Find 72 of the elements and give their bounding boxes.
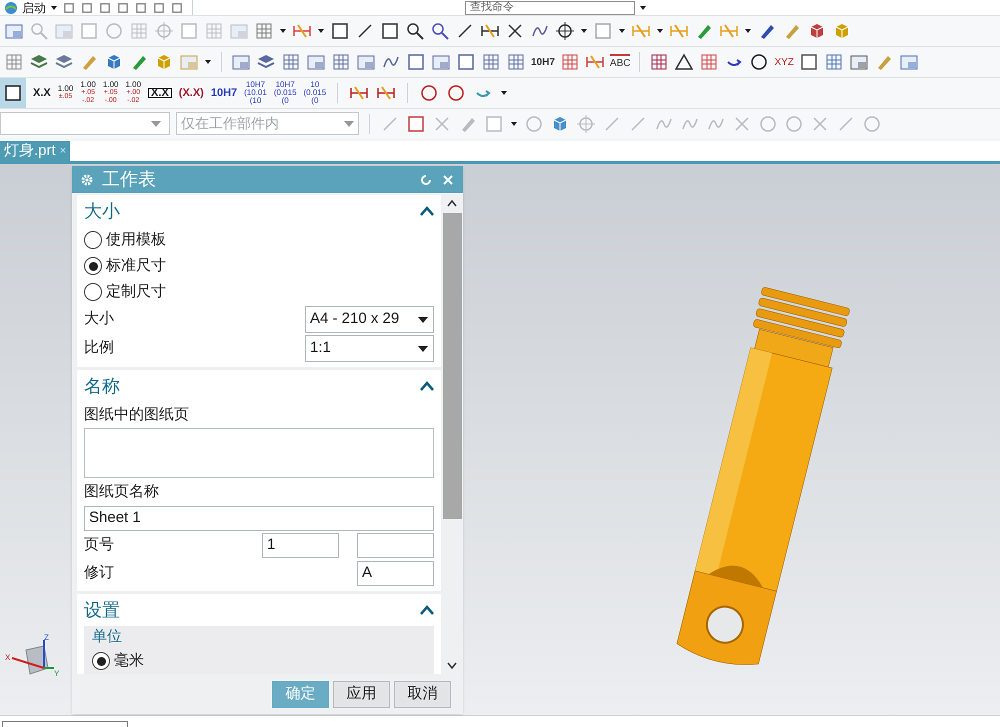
square-icon[interactable] bbox=[798, 52, 819, 72]
collapse-icon[interactable] bbox=[420, 605, 434, 615]
dimension-style-button[interactable]: 10H7 (10.01 (10 bbox=[244, 81, 267, 105]
group-title: 单位 bbox=[92, 626, 123, 647]
grid-icon[interactable] bbox=[824, 52, 844, 72]
radio-label[interactable]: 使用模板 bbox=[106, 228, 166, 252]
dropdown-arrow-icon bbox=[417, 316, 429, 324]
close-icon[interactable] bbox=[441, 172, 455, 186]
dropdown[interactable]: A4 - 210 x 29 bbox=[305, 306, 434, 333]
field-label: 大小 bbox=[84, 309, 114, 330]
section-title: 设置 bbox=[84, 598, 120, 622]
grid-icon[interactable] bbox=[560, 52, 580, 72]
dropdown-arrow-icon bbox=[417, 344, 429, 352]
dialog-button[interactable]: 应用 bbox=[333, 680, 390, 708]
radio-label[interactable]: 毫米 bbox=[114, 650, 144, 672]
field-label: 图纸页名称 bbox=[84, 482, 160, 502]
triangle-icon[interactable] bbox=[674, 52, 694, 72]
reset-icon[interactable] bbox=[419, 172, 433, 186]
collapse-icon[interactable] bbox=[420, 206, 434, 216]
magnifier-icon[interactable] bbox=[405, 21, 425, 41]
scrollbar[interactable] bbox=[441, 193, 463, 674]
grid-icon[interactable] bbox=[506, 52, 526, 72]
revision-field[interactable]: A bbox=[357, 560, 434, 586]
dimension-style-button[interactable]: 10 (0.015 (0 bbox=[304, 81, 326, 105]
dimension-style-button[interactable]: (X.X) bbox=[178, 89, 204, 97]
sheet-name-field[interactable]: Sheet 1 bbox=[84, 506, 434, 531]
crosshair-icon[interactable] bbox=[555, 21, 575, 41]
dimension-style-button[interactable]: X.X bbox=[33, 89, 51, 97]
grid-icon[interactable] bbox=[649, 52, 670, 72]
field-label: 图纸中的图纸页 bbox=[84, 404, 190, 425]
radio-button[interactable] bbox=[84, 257, 102, 275]
gear-icon bbox=[80, 172, 94, 186]
dimension-style-button[interactable]: 10H7 bbox=[210, 89, 238, 97]
section-title: 大小 bbox=[84, 200, 120, 222]
dropdown[interactable]: 1:1 bbox=[305, 335, 434, 362]
square-icon[interactable] bbox=[380, 21, 400, 41]
page-number-field[interactable]: 1 bbox=[262, 532, 339, 558]
dialog-button[interactable]: 取消 bbox=[394, 680, 451, 708]
page-suffix-field[interactable] bbox=[357, 532, 434, 558]
globe-icon[interactable] bbox=[4, 0, 18, 14]
scroll-up-icon[interactable] bbox=[447, 199, 457, 207]
scroll-down-icon[interactable] bbox=[447, 662, 457, 670]
dialog-title: 工作表 bbox=[102, 168, 157, 191]
field-label: 页号 bbox=[84, 534, 115, 555]
grid-icon[interactable] bbox=[254, 21, 274, 41]
fit-tolerance-icon[interactable]: 10H7 bbox=[531, 54, 555, 70]
start-menu[interactable]: 启动 bbox=[22, 2, 46, 14]
axis-triad-drawing: Z X Y bbox=[4, 632, 60, 682]
grid-icon[interactable] bbox=[699, 52, 720, 72]
circle-icon[interactable] bbox=[749, 52, 770, 72]
grid-icon[interactable] bbox=[481, 52, 501, 72]
point-label-icon[interactable]: XYZ bbox=[774, 54, 794, 70]
dimension-style-button[interactable]: 10H7 (0.015 (0 bbox=[274, 81, 297, 105]
field-label: 修订 bbox=[84, 562, 115, 583]
search-field[interactable]: 查找命令 bbox=[465, 0, 635, 14]
field-label: 比例 bbox=[84, 338, 114, 358]
square-icon[interactable] bbox=[3, 83, 23, 103]
grid-icon[interactable] bbox=[281, 52, 301, 72]
radio-label[interactable]: 定制尺寸 bbox=[106, 280, 166, 304]
radio-button[interactable] bbox=[84, 283, 102, 301]
dropdown-arrow-icon bbox=[151, 120, 161, 126]
radio-button[interactable] bbox=[92, 652, 110, 670]
radio-button[interactable] bbox=[84, 231, 102, 249]
grid-icon[interactable] bbox=[331, 52, 351, 72]
dropdown-arrow-icon bbox=[344, 120, 354, 126]
status-field[interactable] bbox=[2, 721, 128, 727]
radio-label[interactable]: 标准尺寸 bbox=[106, 254, 166, 278]
square-icon[interactable] bbox=[330, 21, 350, 41]
section-title: 名称 bbox=[84, 374, 120, 398]
magnifier-icon[interactable] bbox=[430, 21, 450, 41]
collapse-icon[interactable] bbox=[420, 381, 434, 391]
grid-icon[interactable] bbox=[4, 52, 24, 72]
